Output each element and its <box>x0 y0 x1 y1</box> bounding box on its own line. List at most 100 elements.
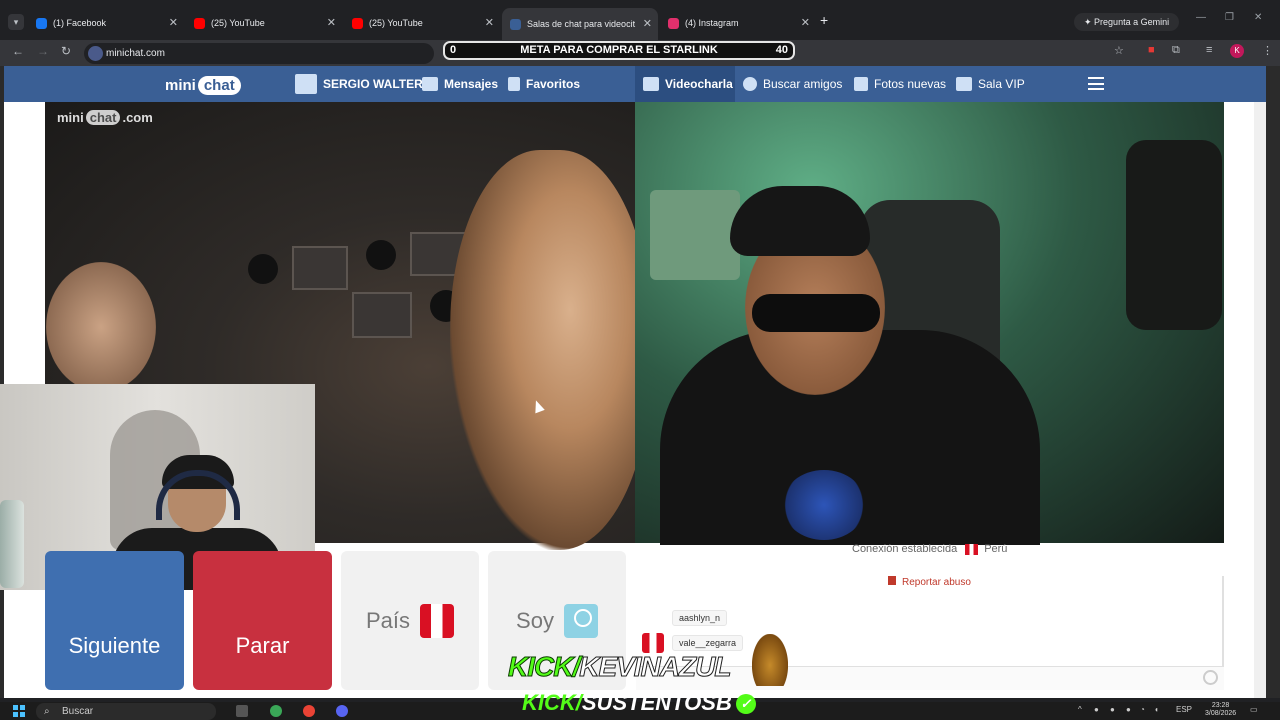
goal-start: 0 <box>450 44 457 56</box>
tray-app-icon[interactable]: ● <box>1110 705 1115 714</box>
forward-icon[interactable]: → <box>37 44 49 58</box>
nav-favorites[interactable]: Favoritos <box>508 75 580 93</box>
search-icon <box>743 77 757 91</box>
background-person-face <box>46 262 156 392</box>
close-tab-icon[interactable]: ✕ <box>327 16 336 29</box>
site-info-icon[interactable] <box>88 46 103 61</box>
emoji-icon[interactable] <box>1203 670 1218 685</box>
tray-app-icon[interactable]: ● <box>1094 705 1099 714</box>
tray-app-icon[interactable]: ● <box>1126 705 1131 714</box>
tab-facebook[interactable]: (1) Facebook ✕ <box>28 10 184 36</box>
search-icon: ⌕ <box>44 706 50 717</box>
clock-time: 23:28 <box>1211 702 1230 709</box>
crown-icon <box>956 77 972 91</box>
gemini-button[interactable]: ✦ Pregunta a Gemini <box>1074 13 1180 31</box>
tray-chevron-icon[interactable]: ^ <box>1078 705 1082 714</box>
bookmark-star-icon[interactable]: ☆ <box>1114 44 1124 57</box>
app-icon[interactable] <box>270 705 282 717</box>
close-icon[interactable]: ✕ <box>1254 12 1262 23</box>
kick-prefix: KICK/ <box>522 690 582 715</box>
youtube-icon <box>194 17 205 29</box>
tab-title: (1) Facebook <box>53 18 107 28</box>
extensions-puzzle-icon[interactable]: ⧉ <box>1172 44 1180 57</box>
nav-find-friends[interactable]: Buscar amigos <box>743 75 842 93</box>
back-icon[interactable]: ← <box>12 44 24 58</box>
reload-icon[interactable]: ↻ <box>61 44 71 58</box>
connection-status-text: Conexión establecida <box>852 543 958 555</box>
logo-mini: mini <box>165 76 196 94</box>
wall-poster <box>650 190 740 280</box>
new-tab-icon[interactable]: + <box>820 12 828 28</box>
logo-chat: chat <box>197 75 241 95</box>
page-scrollbar[interactable] <box>1254 102 1266 698</box>
country-button-label: País <box>365 607 411 633</box>
wall-record <box>248 254 278 284</box>
country-button[interactable]: País <box>341 551 479 690</box>
peru-flag-icon <box>420 603 455 638</box>
windows-start-icon[interactable] <box>13 705 25 717</box>
nav-vip-label: Sala VIP <box>978 77 1025 91</box>
instagram-icon <box>668 17 679 29</box>
watermark-domain: .com <box>122 110 153 125</box>
close-tab-icon[interactable]: ✕ <box>485 16 494 29</box>
taskbar-search[interactable]: ⌕ Buscar <box>36 703 216 720</box>
peru-flag-icon <box>642 633 664 653</box>
nav-vip-room[interactable]: Sala VIP <box>956 75 1025 93</box>
discord-icon[interactable] <box>336 705 348 717</box>
wall-frame <box>352 292 412 338</box>
bookmark-icon <box>508 77 520 91</box>
address-bar[interactable]: minichat.com <box>84 43 434 64</box>
chat-username[interactable]: aashlyn_n <box>672 610 728 626</box>
minichat-logo[interactable]: mini chat <box>165 72 241 98</box>
verified-check-icon: ✓ <box>735 694 756 714</box>
chat-username[interactable]: vale__zegarra <box>672 635 744 651</box>
shirt-logo <box>782 470 866 540</box>
kick-prefix: KICK/ <box>507 651 580 683</box>
wifi-icon[interactable]: ◔ <box>1140 705 1145 714</box>
close-tab-icon[interactable]: ✕ <box>801 16 810 29</box>
nav-user-label: SERGIO WALTER <box>323 77 423 91</box>
gender-button-label: Soy <box>516 607 554 633</box>
next-button[interactable]: Siguiente <box>45 551 184 690</box>
profile-avatar[interactable]: K <box>1230 44 1244 58</box>
reading-list-icon[interactable]: ≡ <box>1206 44 1212 56</box>
nav-user-profile[interactable]: SERGIO WALTER <box>295 74 423 94</box>
tab-youtube-2[interactable]: (25) YouTube ✕ <box>344 10 500 36</box>
url-text: minichat.com <box>106 48 165 59</box>
notifications-icon[interactable]: ▭ <box>1250 705 1258 714</box>
kick-channel-name: SUSTENTOSB <box>581 690 732 715</box>
tab-title: Salas de chat para videocit <box>527 19 636 29</box>
tab-title: (25) YouTube <box>369 18 423 28</box>
tab-minichat[interactable]: Salas de chat para videocit ✕ <box>502 8 658 40</box>
restore-icon[interactable]: ❐ <box>1225 12 1234 23</box>
partner-face <box>450 150 650 550</box>
volume-icon[interactable]: ◖ <box>1154 705 1159 714</box>
stop-button[interactable]: Parar <box>193 551 332 690</box>
chrome-icon[interactable] <box>303 705 315 717</box>
tab-youtube-1[interactable]: (25) YouTube ✕ <box>186 10 342 36</box>
tab-instagram[interactable]: (4) Instagram ✕ <box>660 10 816 36</box>
input-language[interactable]: ESP <box>1176 705 1192 714</box>
nav-videochat[interactable]: Videocharla <box>643 75 733 93</box>
taskbar-clock[interactable]: 23:28 3/08/2026 <box>1205 702 1236 718</box>
task-view-icon[interactable] <box>236 705 248 717</box>
tab-title: (25) YouTube <box>211 18 265 28</box>
minimize-icon[interactable]: — <box>1196 12 1206 23</box>
watermark-mini: mini <box>57 110 84 125</box>
tab-title: (4) Instagram <box>685 18 739 28</box>
kick-channel-name: KEVINAZUL <box>579 651 732 683</box>
nav-new-photos[interactable]: Fotos nuevas <box>854 75 946 93</box>
menu-dots-icon[interactable]: ⋮ <box>1262 44 1273 57</box>
kick-channel-1: KICK/KEVINAZUL <box>507 651 732 683</box>
hamburger-menu-icon[interactable] <box>1088 77 1104 90</box>
close-tab-icon[interactable]: ✕ <box>643 17 652 30</box>
watermark-chat: chat <box>85 110 121 125</box>
goal-label: META PARA COMPRAR EL STARLINK <box>520 44 718 56</box>
extension-icon[interactable]: ■ <box>1148 44 1155 56</box>
nav-messages[interactable]: Mensajes <box>422 75 498 93</box>
nav-find-friends-label: Buscar amigos <box>763 77 843 91</box>
close-tab-icon[interactable]: ✕ <box>169 16 178 29</box>
nav-new-photos-label: Fotos nuevas <box>874 77 947 91</box>
tab-search-button[interactable]: ▾ <box>8 14 24 30</box>
goal-end: 40 <box>775 44 788 56</box>
